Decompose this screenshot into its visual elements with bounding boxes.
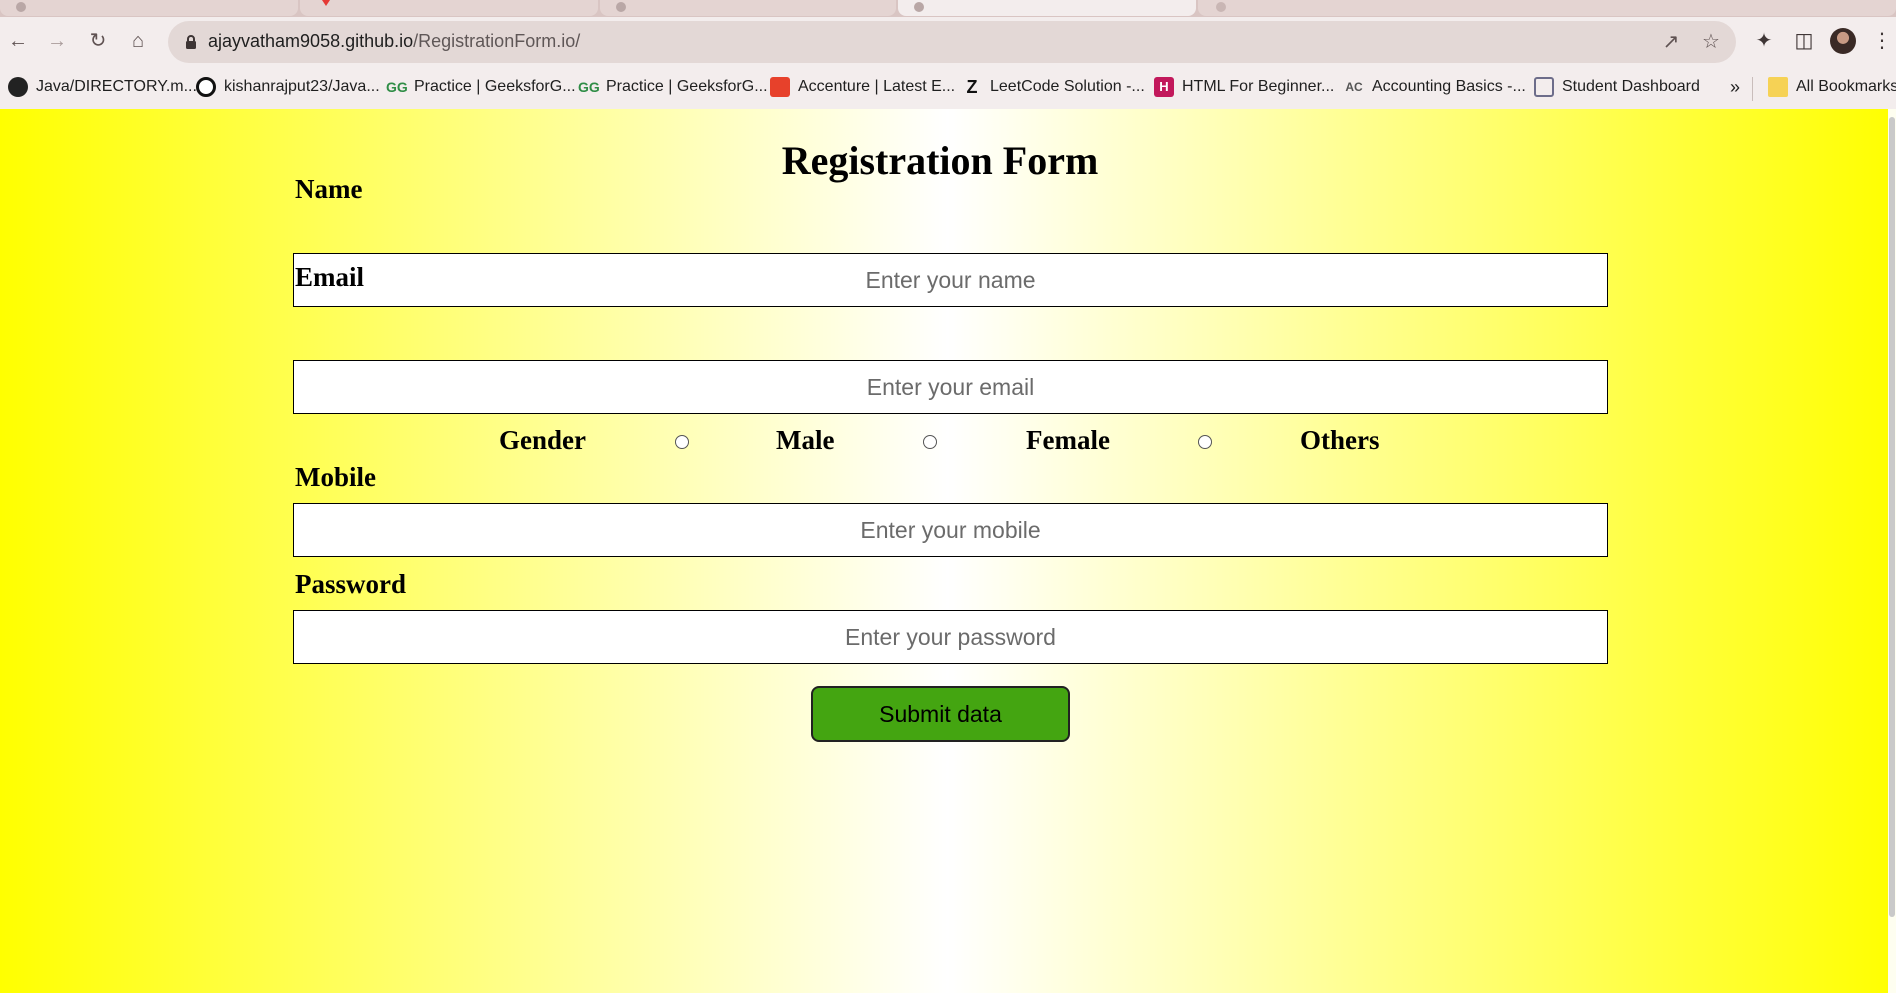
reload-icon[interactable]: ↻ (86, 29, 110, 53)
bookmark-label: Accounting Basics -... (1372, 78, 1526, 95)
bookmark-item[interactable]: Student Dashboard (1534, 75, 1700, 99)
email-label: Email (295, 262, 365, 292)
bookmarks-divider (1752, 77, 1753, 101)
gender-label: Gender (499, 425, 586, 455)
female-radio[interactable] (923, 435, 937, 449)
female-label: Female (1026, 425, 1110, 455)
browser-tab[interactable] (0, 0, 298, 16)
accenture-icon (770, 77, 790, 97)
page-viewport: Registration Form Name Email Gender Male… (0, 109, 1896, 993)
tab-favicon-icon (914, 2, 924, 12)
form-title: Registration Form (781, 138, 1099, 183)
geeksforgeeks-icon: GG (578, 79, 600, 95)
bookmark-item[interactable]: Accenture | Latest E... (770, 75, 955, 99)
bookmark-item[interactable]: AC Accounting Basics -... (1344, 75, 1526, 99)
geeksforgeeks-icon: GG (386, 79, 408, 95)
bookmark-item[interactable]: H HTML For Beginner... (1154, 75, 1334, 99)
mobile-input[interactable] (293, 503, 1608, 557)
browser-tab[interactable] (600, 0, 896, 16)
tab-favicon-icon (16, 2, 26, 12)
bookmarks-overflow-button[interactable]: » (1730, 75, 1740, 99)
page-scrollbar[interactable] (1888, 109, 1896, 993)
bookmark-label: Practice | GeeksforG... (606, 78, 768, 95)
password-input[interactable] (293, 610, 1608, 664)
bookmark-label: LeetCode Solution -... (990, 78, 1145, 95)
male-radio[interactable] (675, 435, 689, 449)
address-bar[interactable]: ajayvatham9058.github.io/RegistrationFor… (168, 21, 1736, 63)
zeta-icon: Z (966, 77, 978, 97)
tab-favicon-icon (1216, 2, 1226, 12)
bookmark-item[interactable]: Z LeetCode Solution -... (962, 75, 1145, 99)
browser-tab[interactable] (300, 0, 598, 16)
home-icon[interactable]: ⌂ (126, 29, 150, 53)
mobile-label: Mobile (295, 462, 376, 492)
folder-icon (1768, 77, 1788, 97)
browser-chrome: ← → ↻ ⌂ ajayvatham9058.github.io/Registr… (0, 0, 1896, 110)
others-label: Others (1300, 425, 1380, 455)
menu-kebab-icon[interactable]: ⋮ (1872, 29, 1892, 53)
bookmark-item[interactable]: GG Practice | GeeksforG... (578, 75, 768, 99)
url-path: /RegistrationForm.io/ (413, 31, 581, 51)
bookmark-item[interactable]: GG Practice | GeeksforG... (386, 75, 576, 99)
others-radio[interactable] (1198, 435, 1212, 449)
all-bookmarks-label: All Bookmarks (1796, 78, 1896, 95)
tab-favicon-icon (616, 2, 626, 12)
browser-tab-active[interactable] (898, 0, 1196, 16)
tab-favicon-icon (322, 0, 330, 6)
name-input[interactable] (293, 253, 1608, 307)
accounting-icon: AC (1345, 80, 1363, 94)
star-icon[interactable]: ☆ (1700, 31, 1722, 53)
bookmark-item[interactable]: kishanrajput23/Java... (196, 75, 380, 99)
github-icon (196, 77, 216, 97)
back-arrow-icon[interactable]: ← (6, 29, 30, 53)
profile-avatar[interactable] (1830, 28, 1856, 54)
share-icon[interactable]: ↗ (1660, 31, 1682, 53)
browser-tab[interactable] (1198, 0, 1896, 16)
forward-arrow-icon[interactable]: → (45, 29, 69, 53)
bookmark-label: Java/DIRECTORY.m... (36, 78, 197, 95)
extensions-puzzle-icon[interactable]: ✦ (1752, 29, 1776, 53)
lock-icon[interactable] (182, 33, 200, 51)
password-label: Password (295, 569, 407, 599)
github-icon (8, 77, 28, 97)
side-panel-icon[interactable]: ◫ (1792, 29, 1816, 53)
html-icon: H (1154, 77, 1174, 97)
scrollbar-thumb[interactable] (1889, 117, 1895, 917)
tab-strip (0, 0, 1896, 17)
submit-button[interactable]: Submit data (811, 686, 1070, 742)
bookmark-label: Accenture | Latest E... (798, 78, 956, 95)
male-label: Male (776, 425, 835, 455)
bookmark-label: kishanrajput23/Java... (224, 78, 380, 95)
bookmark-label: Practice | GeeksforG... (414, 78, 576, 95)
bookmark-item[interactable]: Java/DIRECTORY.m... (8, 75, 197, 99)
url-text[interactable]: ajayvatham9058.github.io/RegistrationFor… (208, 31, 580, 52)
url-host: ajayvatham9058.github.io (208, 31, 414, 51)
browser-toolbar: ← → ↻ ⌂ ajayvatham9058.github.io/Registr… (0, 17, 1896, 67)
bookmark-label: Student Dashboard (1562, 78, 1700, 95)
gender-row: Gender Male Female Others (0, 425, 1896, 457)
name-label: Name (295, 174, 363, 204)
all-bookmarks-button[interactable]: All Bookmarks (1768, 75, 1896, 99)
bookmark-label: HTML For Beginner... (1182, 78, 1335, 95)
bookmarks-bar: Java/DIRECTORY.m... kishanrajput23/Java.… (0, 67, 1896, 110)
email-input[interactable] (293, 360, 1608, 414)
dashboard-icon (1534, 77, 1554, 97)
